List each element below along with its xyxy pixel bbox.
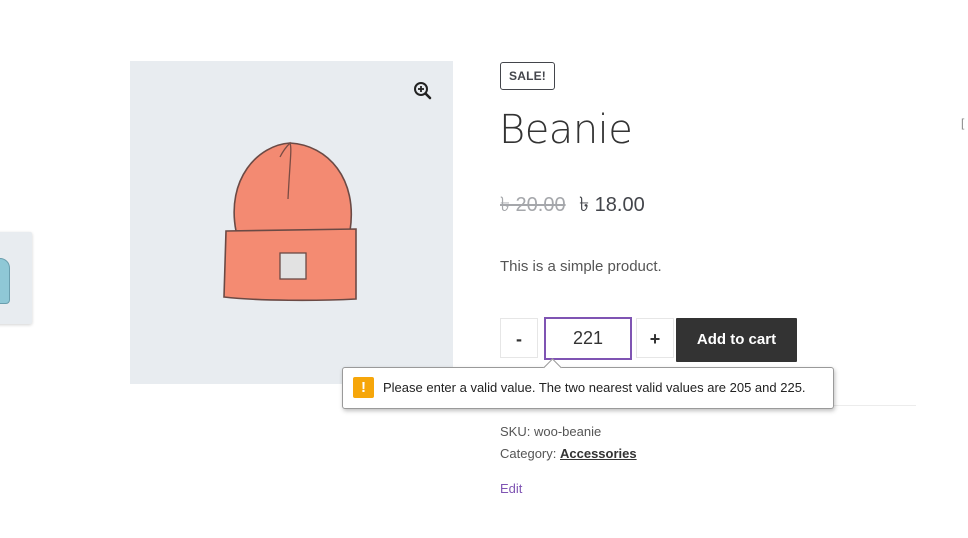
product-sku: SKU: woo-beanie: [500, 424, 601, 439]
quantity-input[interactable]: [544, 317, 632, 360]
validation-message: Please enter a valid value. The two near…: [383, 380, 806, 395]
product-title: Beanie: [499, 107, 633, 153]
edit-link[interactable]: Edit: [500, 481, 522, 496]
edge-text: [: [961, 116, 965, 130]
gallery-thumbnail[interactable]: [0, 232, 32, 324]
regular-price: ৳ 20.00: [500, 194, 566, 216]
product-image[interactable]: [130, 61, 453, 384]
product-price: ৳ 20.00 ৳ 18.00: [500, 190, 645, 220]
warning-icon: !: [353, 377, 374, 398]
tooltip-arrow: [543, 358, 562, 377]
sku-value: woo-beanie: [533, 424, 602, 439]
sale-price: ৳ 18.00: [579, 194, 645, 216]
category-link[interactable]: Accessories: [560, 446, 637, 461]
zoom-in-icon[interactable]: [413, 81, 433, 101]
product-category: Category: Accessories: [500, 446, 637, 461]
sale-badge: SALE!: [500, 62, 555, 90]
quantity-decrease-button[interactable]: -: [500, 318, 538, 358]
short-description: This is a simple product.: [500, 258, 662, 275]
sku-label: SKU:: [500, 424, 531, 439]
validation-tooltip: ! Please enter a valid value. The two ne…: [342, 358, 834, 409]
quantity-increase-button[interactable]: +: [636, 318, 674, 358]
thumbnail-beanie-image: [0, 258, 10, 304]
category-label: Category:: [500, 446, 557, 461]
beanie-illustration: [223, 141, 357, 302]
product-page: SALE! Beanie [ ৳ 20.00 ৳ 18.00 This is a…: [0, 0, 968, 538]
add-to-cart-button[interactable]: Add to cart: [676, 318, 797, 362]
